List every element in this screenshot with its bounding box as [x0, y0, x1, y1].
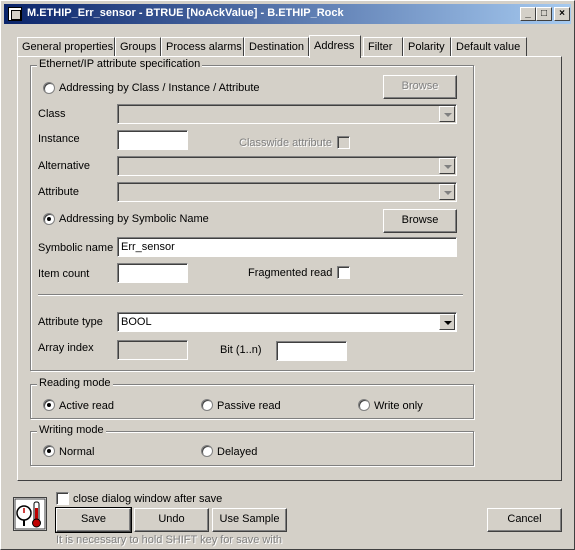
tab-filter[interactable]: Filter: [363, 37, 403, 56]
close-after-save-checkbox[interactable]: [56, 492, 69, 505]
by-symbolic-label[interactable]: Addressing by Symbolic Name: [59, 213, 209, 225]
use-sample-button[interactable]: Use Sample: [212, 508, 287, 532]
by-class-label[interactable]: Addressing by Class / Instance / Attribu…: [59, 82, 260, 94]
by-class-radio[interactable]: [43, 82, 55, 94]
instance-label: Instance: [38, 133, 80, 145]
attribute-type-value: BOOL: [121, 316, 152, 328]
delayed-label[interactable]: Delayed: [217, 446, 257, 458]
symbolic-name-label: Symbolic name: [38, 242, 114, 254]
alternative-label: Alternative: [38, 160, 90, 172]
active-read-label[interactable]: Active read: [59, 400, 114, 412]
class-combo[interactable]: [117, 104, 457, 124]
attribute-label: Attribute: [38, 186, 79, 198]
array-index-field[interactable]: [117, 340, 188, 360]
array-index-label: Array index: [38, 342, 94, 354]
write-only-radio[interactable]: [358, 399, 370, 411]
shift-hint: It is necessary to hold SHIFT key for sa…: [56, 534, 282, 546]
window-title: M.ETHIP_Err_sensor - BTRUE [NoAckValue] …: [27, 7, 344, 19]
write-only-label[interactable]: Write only: [374, 400, 423, 412]
fragmented-read-checkbox[interactable]: [337, 266, 350, 279]
browse-symbolic-button[interactable]: Browse: [383, 209, 457, 233]
thermometer-icon: [13, 497, 47, 531]
by-symbolic-radio[interactable]: [43, 213, 55, 225]
tab-polarity[interactable]: Polarity: [403, 37, 451, 56]
tab-general-properties[interactable]: General properties: [17, 37, 115, 56]
minimize-button[interactable]: _: [520, 7, 536, 21]
tab-address[interactable]: Address: [309, 35, 361, 58]
reading-mode-label: Reading mode: [37, 377, 113, 389]
fragmented-read-label: Fragmented read: [248, 267, 333, 279]
bit-field[interactable]: [276, 341, 347, 361]
bit-label: Bit (1..n): [220, 344, 262, 356]
dialog-window: M.ETHIP_Err_sensor - BTRUE [NoAckValue] …: [0, 0, 575, 550]
instance-field[interactable]: [117, 130, 188, 150]
normal-radio[interactable]: [43, 445, 55, 457]
classwide-label: Classwide attribute: [239, 137, 332, 149]
tab-process-alarms[interactable]: Process alarms: [161, 37, 244, 56]
passive-read-radio[interactable]: [201, 399, 213, 411]
maximize-button[interactable]: □: [536, 7, 552, 21]
tab-groups[interactable]: Groups: [115, 37, 161, 56]
title-bar[interactable]: M.ETHIP_Err_sensor - BTRUE [NoAckValue] …: [4, 4, 571, 24]
attribute-type-label: Attribute type: [38, 316, 103, 328]
chevron-down-icon[interactable]: [439, 158, 455, 174]
item-count-label: Item count: [38, 268, 90, 280]
close-button[interactable]: ×: [554, 7, 570, 21]
delayed-radio[interactable]: [201, 445, 213, 457]
alternative-combo[interactable]: [117, 156, 457, 176]
close-after-save-label[interactable]: close dialog window after save: [73, 493, 222, 505]
save-button[interactable]: Save: [55, 507, 132, 533]
attribute-combo[interactable]: [117, 182, 457, 202]
chevron-down-icon[interactable]: [439, 184, 455, 200]
tab-default-value[interactable]: Default value: [451, 37, 527, 56]
normal-label[interactable]: Normal: [59, 446, 94, 458]
writing-mode-label: Writing mode: [37, 424, 106, 436]
app-icon: [8, 7, 22, 21]
symbolic-name-field[interactable]: Err_sensor: [117, 237, 457, 257]
class-label: Class: [38, 108, 66, 120]
item-count-field[interactable]: [117, 263, 188, 283]
tab-destination[interactable]: Destination: [244, 37, 309, 56]
chevron-down-icon[interactable]: [439, 314, 455, 330]
ethip-group-label: Ethernet/IP attribute specification: [37, 58, 203, 70]
separator: [38, 294, 463, 296]
classwide-checkbox[interactable]: [337, 136, 350, 149]
chevron-down-icon[interactable]: [439, 106, 455, 122]
browse-class-button[interactable]: Browse: [383, 75, 457, 99]
cancel-button[interactable]: Cancel: [487, 508, 562, 532]
attribute-type-combo[interactable]: BOOL: [117, 312, 457, 332]
active-read-radio[interactable]: [43, 399, 55, 411]
undo-button[interactable]: Undo: [134, 508, 209, 532]
passive-read-label[interactable]: Passive read: [217, 400, 281, 412]
